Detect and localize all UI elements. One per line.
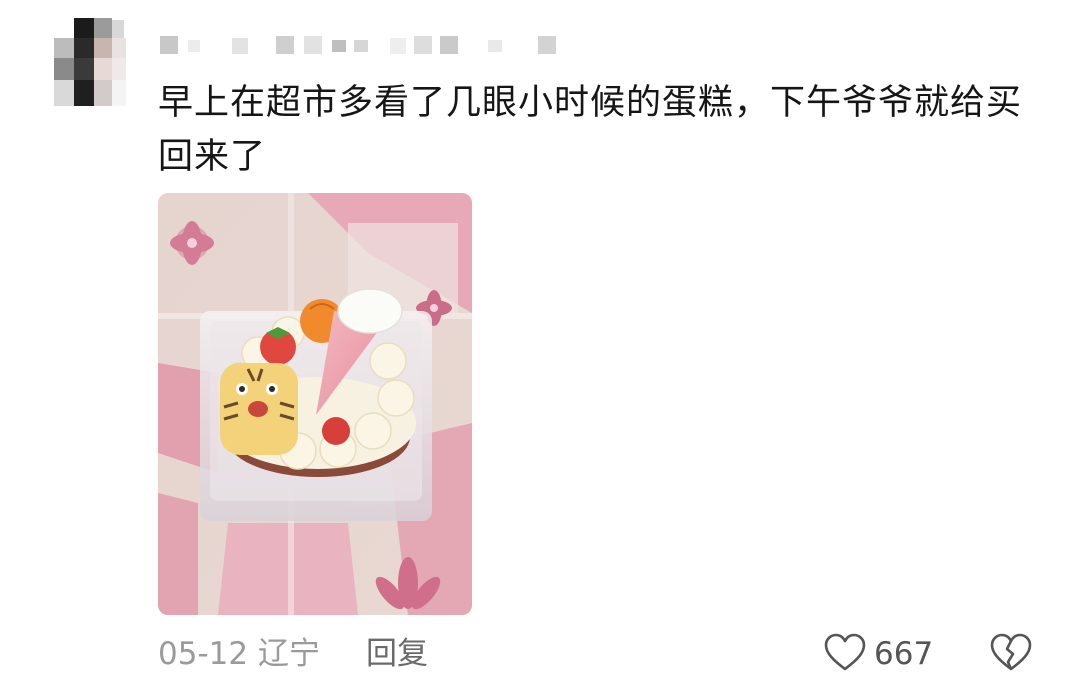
username-obscured[interactable]: [158, 34, 558, 56]
comment-text: 早上在超市多看了几眼小时候的蛋糕，下午爷爷就给买回来了: [158, 83, 1023, 177]
comment-date: 05-12: [158, 636, 249, 672]
comment-region: 辽宁: [258, 636, 320, 672]
attached-photo[interactable]: [158, 193, 472, 615]
avatar[interactable]: [52, 16, 128, 108]
broken-heart-outline-icon[interactable]: [990, 633, 1032, 673]
comment-item: 早上在超市多看了几眼小时候的蛋糕，下午爷爷就给买回来了 05-12 辽宁 回复 …: [0, 0, 1080, 684]
like-count: 667: [874, 636, 934, 672]
reply-button[interactable]: 回复: [366, 632, 428, 676]
heart-outline-icon[interactable]: [824, 633, 866, 673]
